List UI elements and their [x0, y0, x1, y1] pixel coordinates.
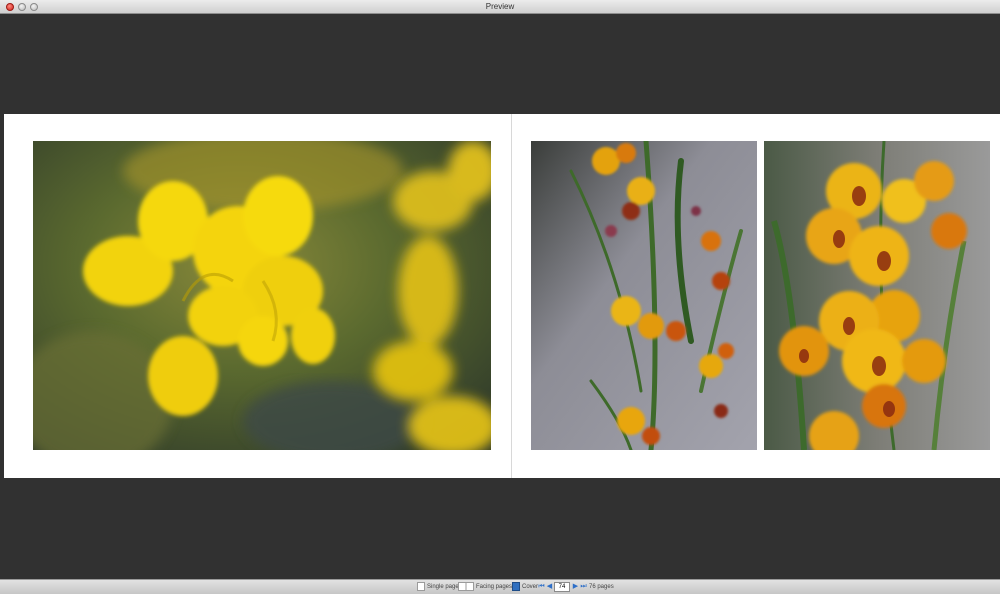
status-bar: Single page Facing pages Cover ⏮ ◀ 74 ▶ … [0, 579, 1000, 594]
facing-pages-label: Facing pages [476, 584, 513, 591]
last-page-icon[interactable]: ⏭ [580, 583, 587, 591]
next-page-icon[interactable]: ▶ [572, 583, 579, 591]
orange-flowers-stem-image [531, 141, 757, 450]
cover-label: Cover [522, 584, 539, 591]
first-page-icon[interactable]: ⏮ [538, 583, 545, 591]
photo-orange-flowers-stem[interactable] [531, 141, 757, 450]
single-page-option[interactable]: Single page [417, 582, 459, 592]
preview-canvas[interactable] [0, 14, 1000, 579]
prev-page-icon[interactable]: ◀ [546, 583, 553, 591]
single-page-label: Single page [427, 584, 459, 591]
book-spread [4, 114, 1000, 478]
page-gutter [511, 114, 512, 478]
single-page-icon [417, 582, 425, 591]
photo-orange-flowers-closeup[interactable] [764, 141, 990, 450]
photo-yellow-flowers[interactable] [33, 141, 491, 450]
total-pages-label: 76 pages [589, 584, 614, 590]
facing-pages-icon [458, 582, 474, 591]
cover-icon [512, 582, 520, 591]
cover-option[interactable]: Cover [512, 582, 538, 592]
yellow-flowers-image [33, 141, 491, 450]
title-bar: Preview [0, 0, 1000, 14]
orange-flowers-closeup-image [764, 141, 990, 450]
facing-pages-option[interactable]: Facing pages [458, 582, 512, 592]
window-title: Preview [485, 2, 515, 11]
page-number-input[interactable]: 74 [554, 582, 570, 592]
